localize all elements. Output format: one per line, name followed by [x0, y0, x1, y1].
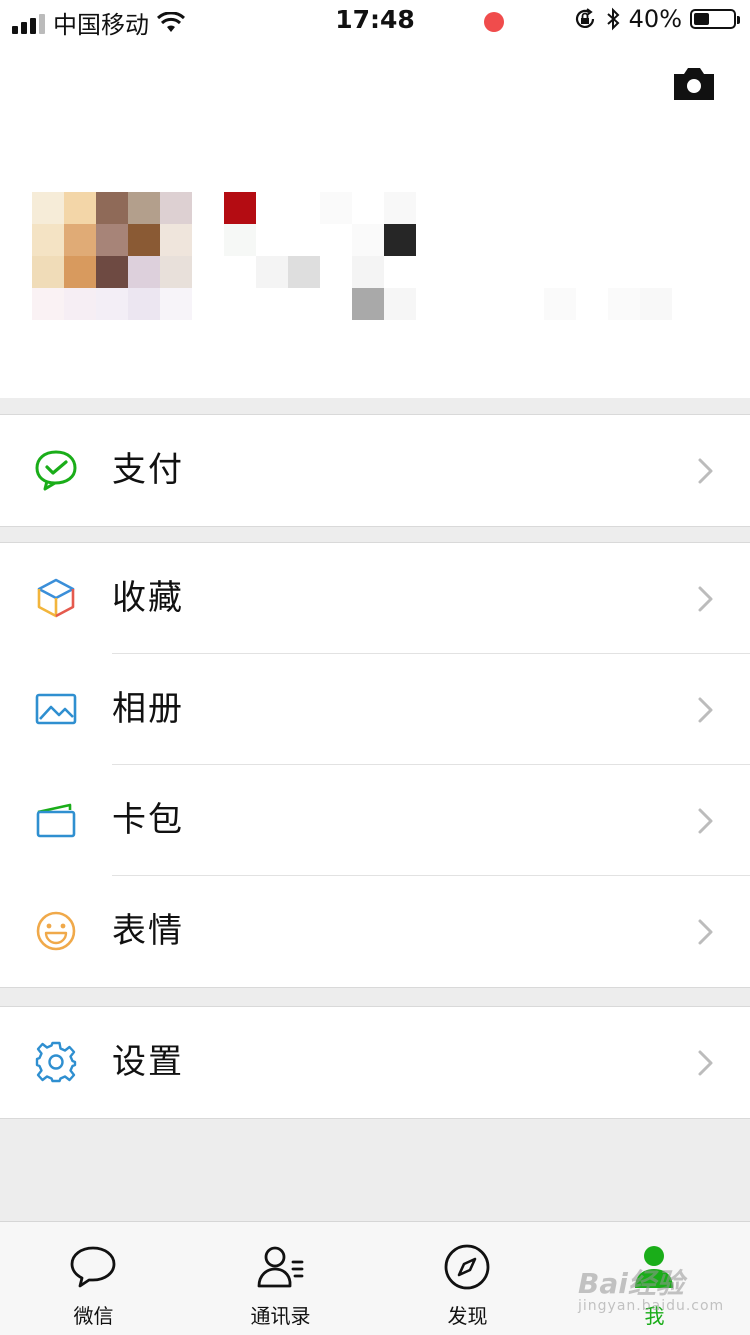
tab-label: 发现 — [447, 1304, 488, 1328]
menu-item-label: 支付 — [112, 450, 184, 490]
card-wallet-icon — [36, 803, 76, 838]
battery-icon — [690, 9, 740, 29]
compass-icon — [444, 1244, 490, 1290]
watermark-url: jingyan.baidu.com — [578, 1298, 725, 1314]
menu-item-label: 卡包 — [112, 800, 184, 840]
gear-icon — [35, 1041, 77, 1083]
discover-notification-badge — [484, 12, 504, 32]
menu-item-card-wallet[interactable]: 卡包 — [0, 765, 750, 876]
favorites-cube-icon — [37, 578, 75, 618]
rotation-lock-icon — [575, 8, 594, 28]
tab-discover[interactable]: 发现 — [374, 1222, 561, 1335]
menu-item-stickers[interactable]: 表情 — [0, 876, 750, 987]
battery-fill — [694, 13, 710, 25]
chat-bubble-icon — [70, 1246, 116, 1288]
menu-group-pay: 支付 — [0, 414, 750, 527]
baidu-jingyan-watermark: Bai经验 jingyan.baidu.com — [578, 1262, 724, 1314]
menu-item-pay[interactable]: 支付 — [0, 415, 750, 526]
watermark-brand: Bai — [578, 1267, 628, 1300]
menu-item-label: 表情 — [112, 911, 184, 951]
chevron-right-icon — [698, 919, 713, 945]
menu-group-settings: 设置 — [0, 1006, 750, 1119]
tab-contacts[interactable]: 通讯录 — [187, 1222, 374, 1335]
tab-chats[interactable]: 微信 — [0, 1222, 187, 1335]
menu-item-album[interactable]: 相册 — [0, 654, 750, 765]
contacts-icon — [257, 1246, 304, 1288]
status-bar: 中国移动 17:48 40% — [0, 0, 750, 40]
menu-item-label: 收藏 — [112, 578, 184, 618]
chevron-right-icon — [698, 586, 713, 612]
album-picture-icon — [35, 693, 77, 725]
chevron-right-icon — [698, 458, 713, 484]
menu-group-main: 收藏 相册 卡包 表情 — [0, 542, 750, 988]
tab-label: 通讯录 — [250, 1304, 311, 1328]
battery-percent: 40% — [628, 5, 682, 33]
chevron-right-icon — [698, 808, 713, 834]
menu-item-label: 设置 — [112, 1042, 184, 1082]
menu-item-favorites[interactable]: 收藏 — [0, 543, 750, 654]
camera-icon[interactable] — [672, 66, 716, 102]
menu-item-label: 相册 — [112, 689, 184, 729]
profile-header[interactable] — [0, 40, 750, 398]
chevron-right-icon — [698, 697, 713, 723]
chevron-right-icon — [698, 1050, 713, 1076]
watermark-brand-suffix: 经验 — [627, 1267, 684, 1300]
menu-item-settings[interactable]: 设置 — [0, 1007, 750, 1118]
status-right: 40% — [573, 5, 740, 33]
smiley-icon — [36, 911, 76, 951]
tab-label: 微信 — [73, 1304, 114, 1328]
wechat-pay-icon — [35, 450, 77, 491]
bluetooth-icon — [606, 7, 620, 31]
